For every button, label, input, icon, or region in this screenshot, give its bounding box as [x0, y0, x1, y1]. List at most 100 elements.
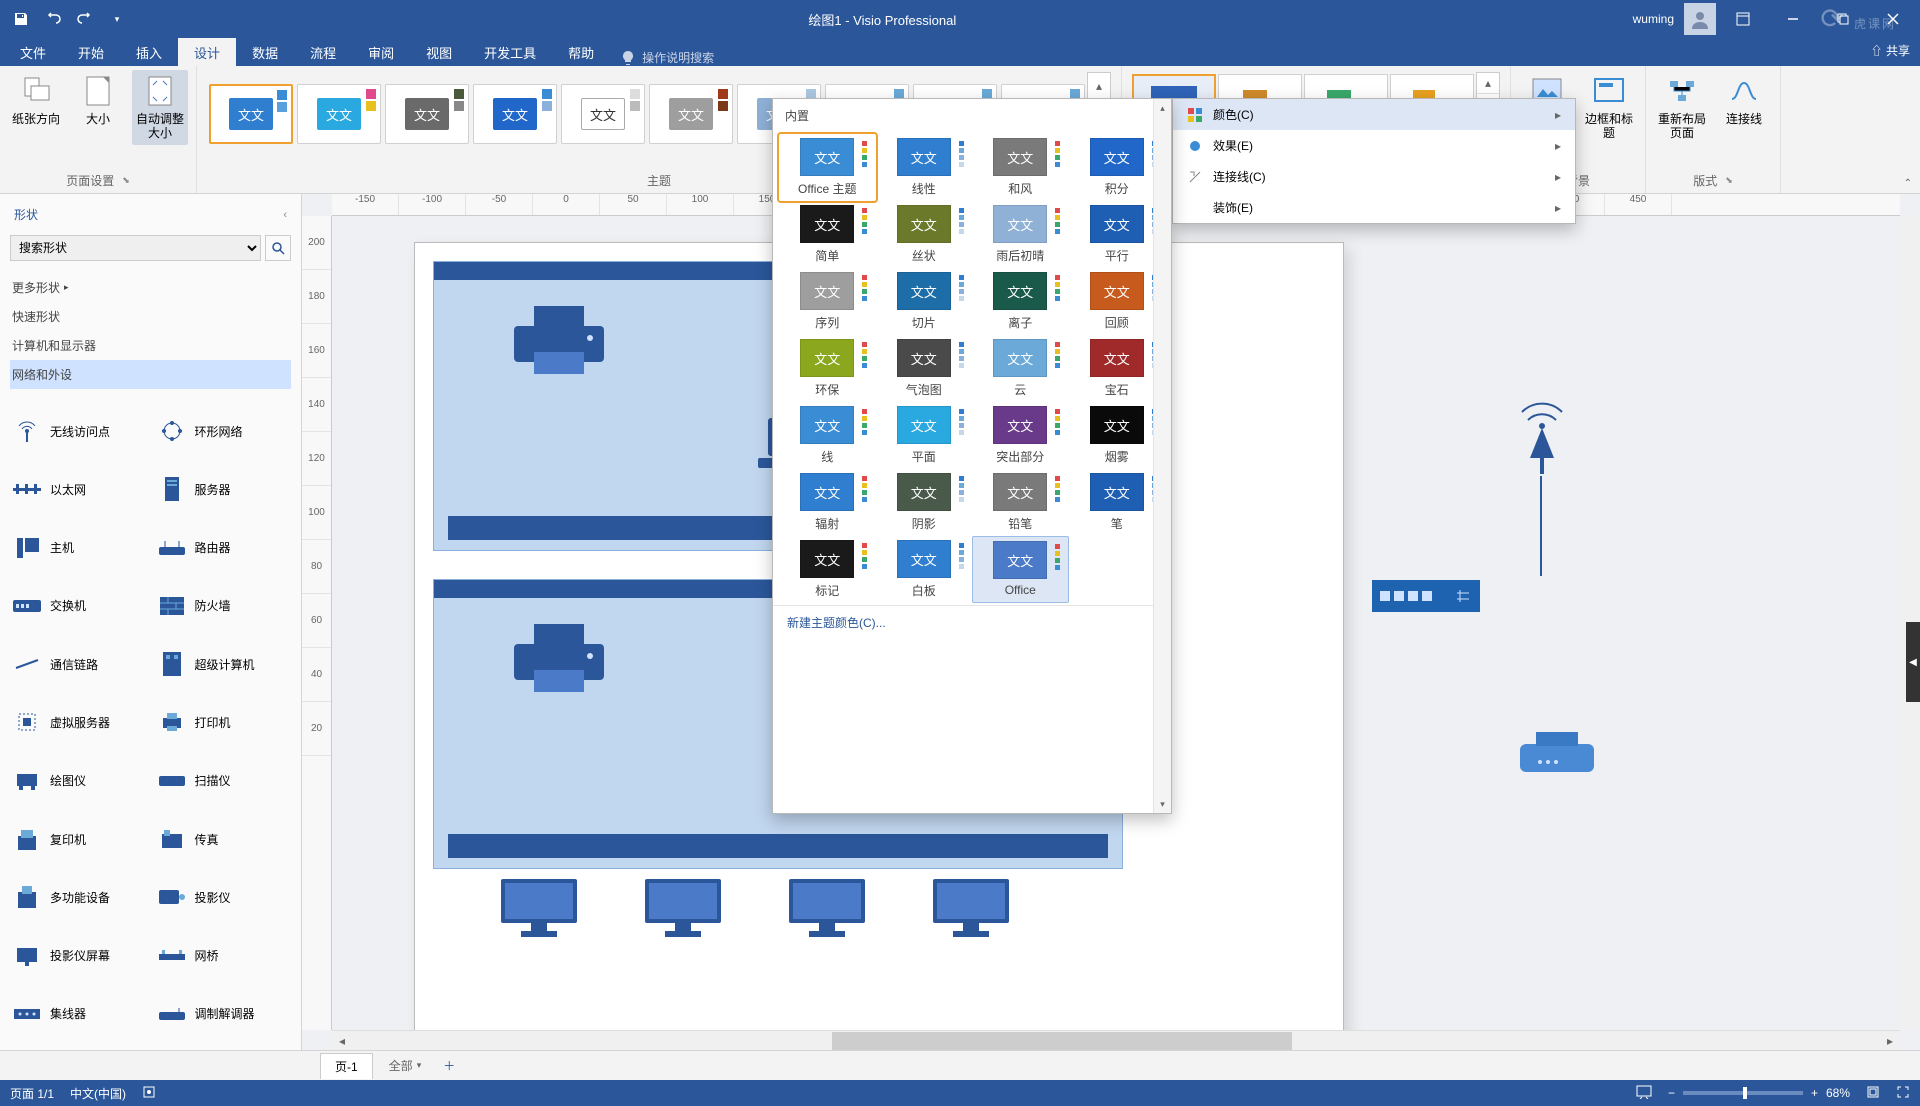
stencil-shape[interactable]: 复印机	[8, 813, 149, 865]
dialog-launcher-icon[interactable]: ⬊	[122, 175, 130, 186]
monitor-row[interactable]	[495, 875, 1015, 939]
stencil-shape[interactable]: 通信链路	[8, 638, 149, 690]
stencil-shape[interactable]: 投影仪屏幕	[8, 929, 149, 981]
printer-shape[interactable]	[1512, 730, 1602, 787]
undo-button[interactable]	[38, 4, 68, 34]
pane-collapse[interactable]: ‹	[283, 209, 287, 221]
auto-size-button[interactable]: 自动调整大小	[132, 70, 188, 145]
theme-color-item[interactable]: 文文雨后初晴	[972, 201, 1069, 268]
orientation-button[interactable]: 纸张方向	[8, 70, 64, 130]
add-page-button[interactable]: ＋	[437, 1054, 461, 1078]
theme-color-item[interactable]: 文文线性	[876, 134, 973, 201]
tab-process[interactable]: 流程	[294, 38, 352, 66]
stencil-shape[interactable]: 集线器	[8, 988, 149, 1040]
tab-help[interactable]: 帮助	[552, 38, 610, 66]
theme-color-item[interactable]: 文文环保	[779, 335, 876, 402]
stencil-shape[interactable]: 环形网络	[153, 405, 294, 457]
theme-color-item[interactable]: 文文序列	[779, 268, 876, 335]
zoom-control[interactable]: − + 68%	[1668, 1086, 1850, 1100]
share-button[interactable]: ⇧ 共享	[1871, 42, 1910, 59]
submenu-effects[interactable]: 效果(E)▸	[1173, 130, 1575, 161]
fit-window-icon[interactable]	[1866, 1085, 1880, 1102]
maximize-button[interactable]	[1820, 4, 1866, 34]
stencil-shape[interactable]: 多功能设备	[8, 871, 149, 923]
tab-review[interactable]: 审阅	[352, 38, 410, 66]
tab-file[interactable]: 文件	[4, 38, 62, 66]
theme-color-item[interactable]: 文文笔	[1069, 469, 1166, 536]
stencil-shape[interactable]: 网桥	[153, 929, 294, 981]
category-network[interactable]: 网络和外设	[10, 360, 291, 389]
theme-color-item[interactable]: 文文辐射	[779, 469, 876, 536]
stencil-shape[interactable]: 绘图仪	[8, 755, 149, 807]
zoom-in[interactable]: +	[1811, 1086, 1818, 1100]
redo-button[interactable]	[70, 4, 100, 34]
theme-color-item[interactable]: 文文气泡图	[876, 335, 973, 402]
theme-color-item[interactable]: 文文Office 主题	[779, 134, 876, 201]
theme-color-item[interactable]: 文文白板	[876, 536, 973, 603]
search-icon[interactable]	[265, 235, 291, 261]
connector-line[interactable]	[1540, 476, 1542, 576]
submenu-decorations[interactable]: 装饰(E)▸	[1173, 192, 1575, 223]
submenu-connectors[interactable]: 连接线(C)▸	[1173, 161, 1575, 192]
stencil-shape[interactable]: 传真	[153, 813, 294, 865]
close-button[interactable]	[1870, 4, 1916, 34]
zoom-out[interactable]: −	[1668, 1086, 1675, 1100]
wireless-ap-shape[interactable]	[1512, 394, 1572, 474]
tab-data[interactable]: 数据	[236, 38, 294, 66]
all-pages[interactable]: 全部 ▾	[379, 1053, 432, 1078]
theme-color-item[interactable]: 文文烟雾	[1069, 402, 1166, 469]
theme-color-item[interactable]: 文文回顾	[1069, 268, 1166, 335]
theme-color-item[interactable]: 文文线	[779, 402, 876, 469]
theme-color-item[interactable]: 文文丝状	[876, 201, 973, 268]
theme-color-item[interactable]: 文文离子	[972, 268, 1069, 335]
printer-shape[interactable]	[504, 620, 614, 700]
tell-me-search[interactable]: 操作说明搜索	[610, 49, 724, 66]
submenu-color[interactable]: 颜色(C)▸	[1173, 99, 1575, 130]
theme-color-item[interactable]: 文文平行	[1069, 201, 1166, 268]
category-computers[interactable]: 计算机和显示器	[10, 331, 291, 360]
stencil-shape[interactable]: 调制解调器	[153, 988, 294, 1040]
stencil-shape[interactable]: 无线访问点	[8, 405, 149, 457]
stencil-shape[interactable]: 以太网	[8, 463, 149, 515]
qat-customize[interactable]: ▾	[102, 4, 132, 34]
avatar[interactable]	[1684, 3, 1716, 35]
stencil-shape[interactable]: 服务器	[153, 463, 294, 515]
theme-color-item[interactable]: 文文平面	[876, 402, 973, 469]
switch-shape[interactable]	[1372, 580, 1480, 612]
dialog-launcher-icon[interactable]: ⬊	[1725, 175, 1733, 186]
stencil-shape[interactable]: 虚拟服务器	[8, 696, 149, 748]
page-tab[interactable]: 页-1	[320, 1053, 373, 1079]
stencil-shape[interactable]: 打印机	[153, 696, 294, 748]
theme-color-item[interactable]: 文文和风	[972, 134, 1069, 201]
zoom-slider[interactable]	[1683, 1091, 1803, 1095]
language-indicator[interactable]: 中文(中国)	[70, 1085, 126, 1102]
stencil-shape[interactable]: 扫描仪	[153, 755, 294, 807]
presentation-mode-icon[interactable]	[1636, 1085, 1652, 1102]
theme-color-item[interactable]: 文文简单	[779, 201, 876, 268]
new-theme-color[interactable]: 新建主题颜色(C)...	[773, 605, 1171, 639]
stencil-shape[interactable]: 投影仪	[153, 871, 294, 923]
macro-recording-icon[interactable]	[142, 1085, 156, 1102]
connectors-button[interactable]: 连接线	[1716, 70, 1772, 130]
zoom-level[interactable]: 68%	[1826, 1086, 1850, 1100]
border-title-button[interactable]: 边框和标题	[1581, 70, 1637, 145]
dropdown-scrollbar[interactable]: ▴▾	[1153, 99, 1171, 813]
fullscreen-icon[interactable]	[1896, 1085, 1910, 1102]
printer-shape[interactable]	[504, 302, 614, 382]
search-shapes-input[interactable]: 搜索形状	[10, 235, 261, 261]
page-indicator[interactable]: 页面 1/1	[10, 1085, 54, 1102]
tab-home[interactable]: 开始	[62, 38, 120, 66]
theme-color-item[interactable]: 文文Office	[972, 536, 1069, 603]
tab-design[interactable]: 设计	[178, 38, 236, 66]
theme-color-item[interactable]: 文文阴影	[876, 469, 973, 536]
theme-color-item[interactable]: 文文铅笔	[972, 469, 1069, 536]
tab-insert[interactable]: 插入	[120, 38, 178, 66]
theme-color-item[interactable]: 文文宝石	[1069, 335, 1166, 402]
theme-color-item[interactable]: 文文切片	[876, 268, 973, 335]
user-name[interactable]: wuming	[1627, 12, 1680, 26]
stencil-shape[interactable]: 防火墙	[153, 580, 294, 632]
minimize-button[interactable]	[1770, 4, 1816, 34]
size-button[interactable]: 大小	[70, 70, 126, 130]
theme-color-item[interactable]: 文文突出部分	[972, 402, 1069, 469]
save-button[interactable]	[6, 4, 36, 34]
